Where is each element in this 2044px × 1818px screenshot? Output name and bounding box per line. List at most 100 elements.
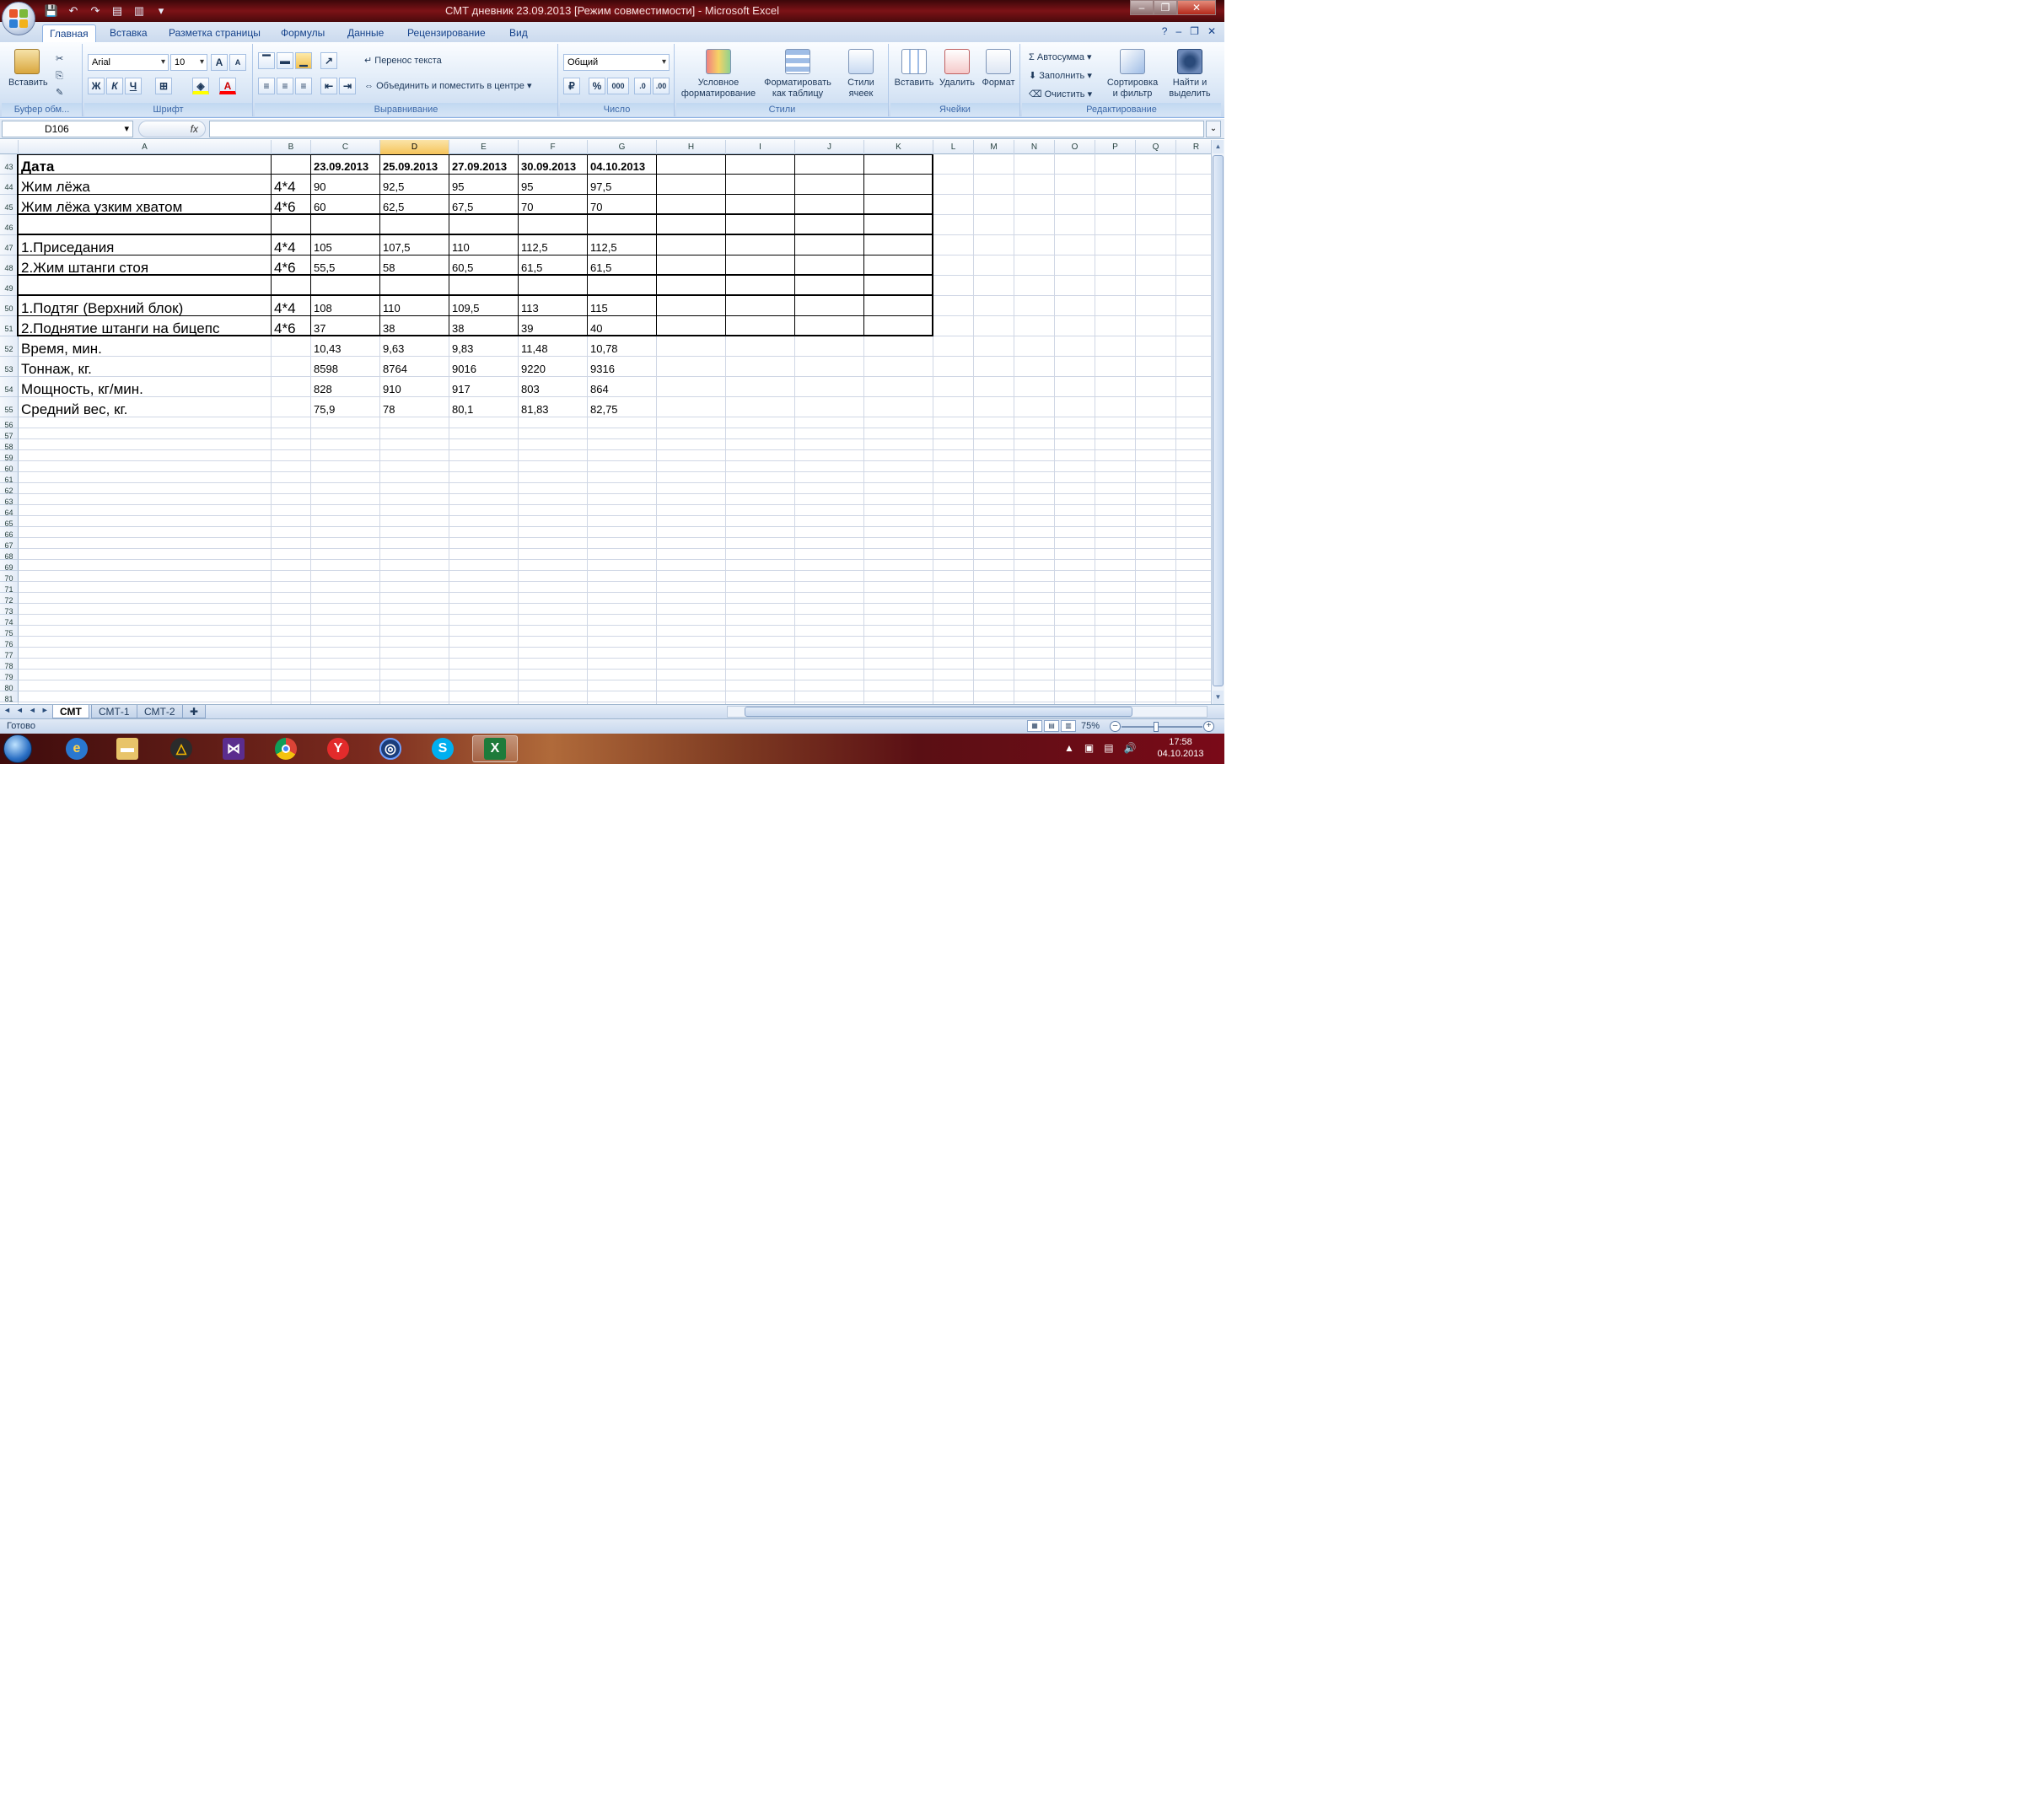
- cell-value[interactable]: 55,5: [311, 255, 380, 276]
- tray-device-icon[interactable]: ▣: [1084, 742, 1094, 754]
- font-name-combo[interactable]: Arial: [88, 54, 169, 71]
- align-middle-icon[interactable]: ▬: [277, 52, 293, 69]
- cell-stat-name[interactable]: Время, мин.: [19, 336, 272, 357]
- cell-exercise-name[interactable]: Жим лёжа узким хватом: [19, 195, 272, 215]
- row-header-75[interactable]: 75: [0, 626, 19, 637]
- tray-expand-icon[interactable]: ▲: [1064, 742, 1074, 754]
- row-header-59[interactable]: 59: [0, 450, 19, 462]
- cell-stat-value[interactable]: 828: [311, 377, 380, 397]
- autosum-button[interactable]: Σ Автосумма ▾: [1029, 49, 1092, 66]
- paste-button[interactable]: Вставить: [8, 49, 48, 89]
- fill-button[interactable]: ⬇ Заполнить ▾: [1029, 67, 1092, 84]
- network-icon[interactable]: ▤: [1104, 742, 1113, 754]
- visual-studio-icon[interactable]: ⋈: [211, 735, 256, 762]
- minimize-button[interactable]: –: [1130, 0, 1154, 15]
- row-header-77[interactable]: 77: [0, 648, 19, 659]
- column-header-q[interactable]: Q: [1136, 140, 1176, 154]
- format-painter-icon[interactable]: ✎: [56, 84, 63, 101]
- cell-value[interactable]: 70: [588, 195, 657, 215]
- row-header-61[interactable]: 61: [0, 472, 19, 484]
- undo-icon[interactable]: ↶: [64, 3, 83, 19]
- tab-formulas[interactable]: Формулы: [274, 24, 331, 42]
- name-box[interactable]: D106: [2, 121, 133, 137]
- column-header-i[interactable]: I: [726, 140, 795, 154]
- cell-value[interactable]: 112,5: [588, 235, 657, 255]
- wrap-text-button[interactable]: ↵ Перенос текста: [364, 52, 442, 69]
- row-header-67[interactable]: 67: [0, 538, 19, 550]
- ribbon-close-icon[interactable]: ✕: [1208, 25, 1216, 37]
- cell-value[interactable]: 58: [380, 255, 449, 276]
- thousands-button[interactable]: 000: [607, 78, 629, 94]
- sheet-tab-smt-2[interactable]: СМТ-2: [137, 705, 183, 718]
- cell-value[interactable]: 70: [519, 195, 588, 215]
- cell-value[interactable]: 108: [311, 296, 380, 316]
- redo-icon[interactable]: ↷: [86, 3, 105, 19]
- cell-value[interactable]: 38: [449, 316, 519, 336]
- zoom-in-icon[interactable]: +: [1203, 721, 1214, 732]
- help-icon[interactable]: ?: [1162, 25, 1168, 37]
- align-bottom-icon[interactable]: ▁: [295, 52, 312, 69]
- row-header-57[interactable]: 57: [0, 428, 19, 440]
- close-button[interactable]: ✕: [1177, 0, 1216, 15]
- cell-sets[interactable]: 4*4: [272, 175, 311, 195]
- percent-button[interactable]: %: [589, 78, 605, 94]
- start-button-icon[interactable]: [3, 734, 32, 763]
- row-header-44[interactable]: 44: [0, 175, 19, 195]
- cell-value[interactable]: 95: [449, 175, 519, 195]
- column-header-m[interactable]: M: [974, 140, 1014, 154]
- cell-value[interactable]: 109,5: [449, 296, 519, 316]
- worksheet-grid[interactable]: 43 44 45 46 47 48 49 50 51 52 53 54 55 56 57 58 59 60 61 62…: [0, 154, 1211, 704]
- font-color-icon[interactable]: A: [219, 78, 236, 94]
- cell-exercise-name[interactable]: 2.Поднятие штанги на бицепс: [19, 316, 272, 336]
- column-header-b[interactable]: B: [272, 140, 311, 154]
- cell-stat-value[interactable]: 11,48: [519, 336, 588, 357]
- cell-value[interactable]: 60: [311, 195, 380, 215]
- cell-stat-value[interactable]: 9,83: [449, 336, 519, 357]
- decrease-decimal-icon[interactable]: .00: [653, 78, 670, 94]
- select-all-corner[interactable]: [0, 140, 19, 154]
- cell-stat-value[interactable]: 10,78: [588, 336, 657, 357]
- row-header-53[interactable]: 53: [0, 357, 19, 377]
- increase-indent-icon[interactable]: ⇥: [339, 78, 356, 94]
- insert-sheet-icon[interactable]: ✚: [182, 705, 207, 718]
- cell-stat-name[interactable]: Мощность, кг/мин.: [19, 377, 272, 397]
- delete-cells-button[interactable]: Удалить: [936, 49, 978, 89]
- cell-value[interactable]: 110: [380, 296, 449, 316]
- zoom-level[interactable]: 75%: [1081, 721, 1100, 731]
- currency-icon[interactable]: ₽: [563, 78, 580, 94]
- cell-value[interactable]: 40: [588, 316, 657, 336]
- cell-stat-value[interactable]: 9016: [449, 357, 519, 377]
- cell-stat-value[interactable]: 9316: [588, 357, 657, 377]
- cell-value[interactable]: 92,5: [380, 175, 449, 195]
- print-preview-icon[interactable]: ▥: [130, 3, 148, 19]
- sheet-tab-smt[interactable]: СМТ: [52, 705, 89, 718]
- underline-button[interactable]: Ч: [125, 78, 142, 94]
- cell-stat-value[interactable]: 78: [380, 397, 449, 417]
- restore-button[interactable]: ❐: [1154, 0, 1177, 15]
- column-header-p[interactable]: P: [1095, 140, 1136, 154]
- excel-taskbar-icon[interactable]: X: [472, 735, 518, 762]
- row-header-52[interactable]: 52: [0, 336, 19, 357]
- cell-exercise-name[interactable]: 2.Жим штанги стоя: [19, 255, 272, 276]
- page-break-view-icon[interactable]: ▥: [1061, 720, 1076, 732]
- cell-stat-name[interactable]: Средний вес, кг.: [19, 397, 272, 417]
- internet-explorer-icon[interactable]: e: [54, 735, 100, 762]
- row-header-80[interactable]: 80: [0, 680, 19, 692]
- increase-decimal-icon[interactable]: .0: [634, 78, 651, 94]
- cell-value[interactable]: 115: [588, 296, 657, 316]
- cell-value[interactable]: 112,5: [519, 235, 588, 255]
- column-header-f[interactable]: F: [519, 140, 588, 154]
- cell-date[interactable]: 25.09.2013: [380, 154, 449, 175]
- tab-page-layout[interactable]: Разметка страницы: [162, 24, 267, 42]
- zoom-slider-knob[interactable]: [1154, 722, 1159, 732]
- row-header-46[interactable]: 46: [0, 215, 19, 235]
- column-header-a[interactable]: A: [19, 140, 272, 154]
- cell-stat-value[interactable]: 75,9: [311, 397, 380, 417]
- shrink-font-button[interactable]: A: [229, 54, 246, 71]
- taskbar-clock[interactable]: 17:58 04.10.2013: [1147, 736, 1214, 760]
- cell-stat-value[interactable]: 82,75: [588, 397, 657, 417]
- italic-button[interactable]: К: [106, 78, 123, 94]
- row-header-68[interactable]: 68: [0, 549, 19, 561]
- row-header-79[interactable]: 79: [0, 670, 19, 681]
- ribbon-minimize-icon[interactable]: –: [1175, 25, 1181, 37]
